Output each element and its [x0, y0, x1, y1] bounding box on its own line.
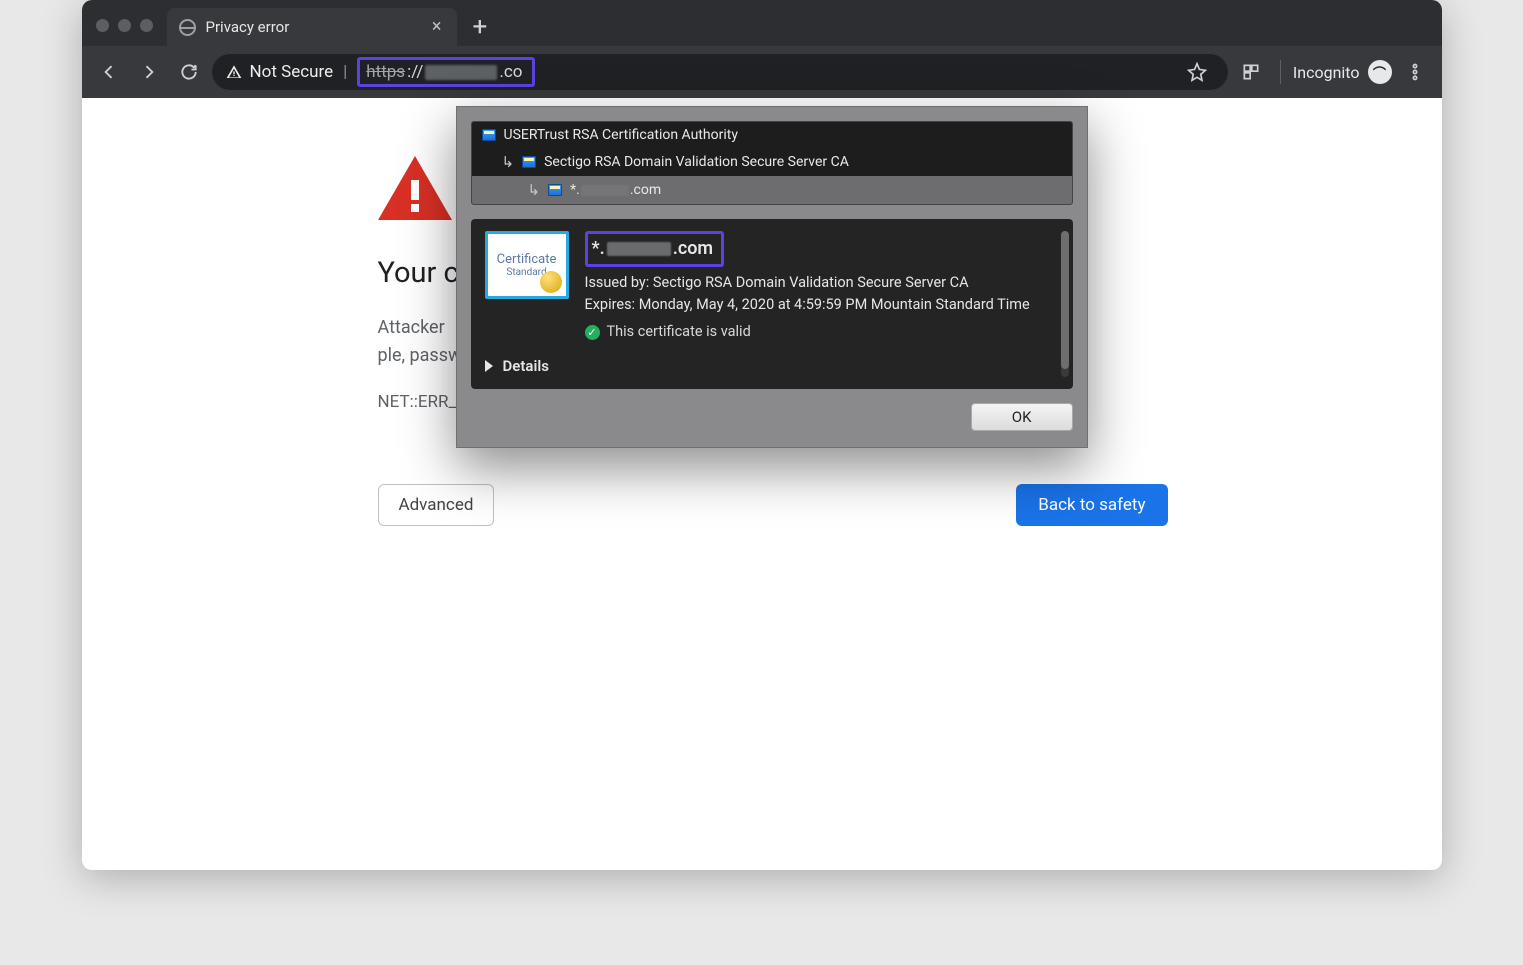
browser-toolbar: Not Secure | https://.co Incognito ⌒	[82, 46, 1442, 98]
certificate-icon	[548, 184, 562, 196]
scrollbar[interactable]	[1061, 231, 1069, 377]
back-button[interactable]	[92, 55, 126, 89]
address-bar[interactable]: Not Secure | https://.co	[212, 54, 1228, 90]
incognito-icon: ⌒	[1368, 60, 1392, 84]
issued-by: Issued by: Sectigo RSA Domain Validation…	[585, 274, 969, 291]
separator: |	[343, 62, 347, 82]
chain-root[interactable]: USERTrust RSA Certification Authority	[472, 122, 1072, 148]
bookmark-star-icon[interactable]	[1180, 55, 1214, 89]
redacted-host	[425, 65, 497, 80]
tree-arrow-icon: ↳	[502, 153, 515, 171]
ok-button[interactable]: OK	[971, 403, 1073, 431]
certificate-details: Certificate Standard *..com Issued by: S…	[471, 219, 1073, 389]
chain-root-label: USERTrust RSA Certification Authority	[504, 127, 738, 143]
window-controls[interactable]	[96, 19, 153, 32]
warning-icon	[226, 64, 242, 80]
details-toggle[interactable]: Details	[485, 357, 1059, 375]
forward-button[interactable]	[132, 55, 166, 89]
certificate-image-icon: Certificate Standard	[485, 231, 569, 299]
traffic-light-close[interactable]	[96, 19, 109, 32]
chain-leaf-label: *..com	[570, 182, 661, 198]
globe-icon	[179, 19, 196, 36]
certificate-common-name: *..com	[585, 231, 725, 267]
browser-window: Privacy error × + Not Secure | https://.…	[82, 0, 1442, 870]
certificate-icon	[522, 156, 536, 168]
certificate-icon	[482, 129, 496, 141]
chain-leaf[interactable]: ↳ *..com	[472, 176, 1072, 204]
kebab-menu-icon[interactable]	[1398, 55, 1432, 89]
close-tab-icon[interactable]: ×	[429, 15, 445, 39]
security-label: Not Secure	[250, 62, 334, 82]
traffic-light-minimize[interactable]	[118, 19, 131, 32]
chain-intermediate-label: Sectigo RSA Domain Validation Secure Ser…	[544, 154, 849, 170]
extension-icon[interactable]	[1234, 55, 1268, 89]
tab-title: Privacy error	[206, 18, 419, 36]
advanced-button[interactable]: Advanced	[378, 484, 495, 526]
disclosure-triangle-icon	[485, 360, 493, 372]
security-indicator[interactable]: Not Secure	[226, 62, 334, 82]
chain-intermediate[interactable]: ↳ Sectigo RSA Domain Validation Secure S…	[472, 148, 1072, 176]
checkmark-icon: ✓	[585, 325, 600, 340]
tab-strip: Privacy error × +	[82, 0, 1442, 46]
reload-button[interactable]	[172, 55, 206, 89]
new-tab-button[interactable]: +	[473, 14, 488, 40]
redacted-domain	[607, 242, 671, 256]
url-host: ://.co	[407, 62, 522, 82]
incognito-label: Incognito	[1293, 63, 1360, 82]
page-content: Your c Attacker ple, passwords, messages…	[82, 98, 1442, 870]
warning-triangle-icon	[378, 156, 452, 220]
traffic-light-zoom[interactable]	[140, 19, 153, 32]
validity-status: ✓ This certificate is valid	[585, 321, 1059, 343]
tree-arrow-icon: ↳	[528, 181, 541, 199]
certificate-chain[interactable]: USERTrust RSA Certification Authority ↳ …	[471, 121, 1073, 205]
certificate-dialog: USERTrust RSA Certification Authority ↳ …	[456, 106, 1088, 448]
redacted-domain	[581, 185, 629, 196]
url-protocol: https	[366, 62, 405, 82]
toolbar-separator	[1280, 60, 1281, 84]
details-label: Details	[503, 357, 549, 375]
incognito-indicator: Incognito ⌒	[1293, 60, 1392, 84]
browser-tab[interactable]: Privacy error ×	[167, 8, 457, 46]
back-to-safety-button[interactable]: Back to safety	[1016, 484, 1167, 526]
expires: Expires: Monday, May 4, 2020 at 4:59:59 …	[585, 296, 1030, 313]
url-highlight-box: https://.co	[357, 57, 535, 87]
